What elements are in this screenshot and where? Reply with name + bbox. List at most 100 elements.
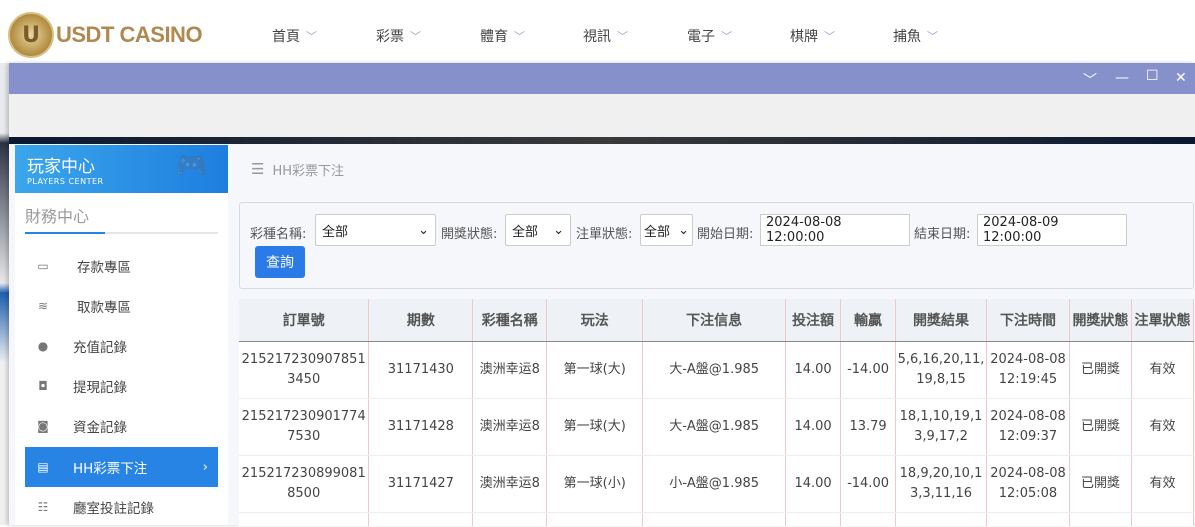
- nav-fishing[interactable]: 捕魚 ﹀: [893, 26, 938, 46]
- hand-money-icon: ≋: [37, 299, 49, 313]
- sidebar-item-fund-records[interactable]: ◙ 資金記錄: [25, 406, 218, 446]
- cell-play: 第一球(小): [546, 455, 644, 513]
- cell-amount: 14.00: [785, 341, 842, 399]
- sidebar-item-withdraw[interactable]: ≋ 取款專區: [25, 286, 218, 326]
- chevron-right-icon: ›: [202, 459, 208, 475]
- cell-bet-status: 有效: [1131, 398, 1195, 456]
- col-result: 開獎結果: [895, 299, 987, 342]
- col-bet-info: 下注信息: [642, 299, 787, 342]
- draw-status-select[interactable]: 全部 ⌄: [505, 214, 571, 246]
- section-title[interactable]: 財務中心: [25, 203, 89, 227]
- sidebar-item-hh-lottery-bets[interactable]: ▤ HH彩票下注 ›: [25, 447, 218, 487]
- sidebar-item-label: 存款專區: [77, 260, 131, 276]
- cell-result: 18,9,20,10,13,3,11,16: [895, 455, 987, 513]
- cell-bet-time: 2024-08-08 12:09:37: [986, 398, 1070, 456]
- bet-status-select[interactable]: 全部 ⌄: [640, 214, 693, 246]
- cell-order-no: 2152172308990818500: [239, 455, 370, 513]
- cell-empty: [368, 512, 474, 526]
- col-play: 玩法: [546, 299, 644, 342]
- nav-live[interactable]: 視訊 ﹀: [583, 26, 628, 46]
- col-bet-time: 下注時間: [986, 299, 1070, 342]
- cell-empty: [895, 512, 987, 526]
- draw-status-value: 全部: [512, 224, 539, 240]
- cell-bet-info: 大-A盤@1.985: [642, 341, 787, 399]
- wallet-icon: ◘: [38, 379, 48, 393]
- cell-amount: 14.00: [785, 455, 842, 513]
- cell-win-loss: -14.00: [840, 455, 897, 513]
- chevron-down-icon[interactable]: ﹀: [1083, 70, 1097, 90]
- minimize-icon[interactable]: —: [1115, 70, 1129, 86]
- cell-bet-status: 有效: [1131, 455, 1195, 513]
- bet-status-label: 注單狀態:: [576, 227, 633, 242]
- nav-lottery[interactable]: 彩票 ﹀: [376, 26, 421, 46]
- end-date-label: 結束日期:: [914, 227, 971, 242]
- list-icon: ▤: [37, 460, 49, 474]
- cell-empty: [986, 512, 1070, 526]
- sidebar-header: 玩家中心 PLAYERS CENTER 🎮: [15, 145, 228, 193]
- filter-panel: 彩種名稱: 全部 ⌄ 開獎狀態: 全部 ⌄ 注單狀態: 全部 ⌄ 開始日期: 2024…: [239, 202, 1194, 289]
- cell-bet-info: 小-A盤@1.985: [642, 455, 787, 513]
- cell-period: 31171428: [368, 398, 474, 456]
- col-lottery: 彩種名稱: [472, 299, 548, 342]
- breadcrumb: ☰ HH彩票下注: [239, 145, 1195, 193]
- close-icon[interactable]: ✕: [1175, 70, 1187, 86]
- chevron-down-icon: ﹀: [514, 30, 525, 43]
- start-date-input[interactable]: 2024-08-08 12:00:00: [760, 214, 910, 246]
- nav-slots[interactable]: 電子 ﹀: [687, 26, 732, 46]
- chevron-down-icon: ﹀: [824, 30, 835, 43]
- sidebar-item-label: 資金記錄: [73, 420, 127, 436]
- cell-draw-status: 已開獎: [1069, 341, 1132, 399]
- col-win-loss: 輸贏: [840, 299, 897, 342]
- sidebar-item-label: HH彩票下注: [73, 461, 148, 477]
- coins-icon: ◙: [37, 419, 49, 433]
- nav-home[interactable]: 首頁 ﹀: [272, 26, 317, 46]
- cell-period: 31171430: [368, 341, 474, 399]
- nav-sports[interactable]: 體育 ﹀: [480, 26, 525, 46]
- lottery-select[interactable]: 全部 ⌄: [315, 214, 436, 246]
- top-navbar: U USDT CASINO 首頁 ﹀ 彩票 ﹀ 體育 ﹀ 視訊 ﹀ 電子 ﹀ 棋牌 ﹀ 捕魚…: [0, 0, 1195, 63]
- cell-bet-time: 2024-08-08 12:19:45: [986, 341, 1070, 399]
- col-order-no: 訂單號: [239, 299, 370, 342]
- table-row-empty: [239, 512, 1195, 526]
- draw-status-label: 開獎狀態:: [441, 227, 498, 242]
- cell-amount: 14.00: [785, 398, 842, 456]
- sidebar-item-withdraw-records[interactable]: ◘ 提現記錄: [25, 366, 218, 406]
- cell-lottery: 澳洲幸运8: [472, 398, 548, 456]
- logo[interactable]: U USDT CASINO: [8, 12, 203, 58]
- nav-label: 彩票: [376, 29, 404, 45]
- sidebar-item-deposit[interactable]: ▭ 存款專區: [25, 246, 218, 286]
- chevron-down-icon: ﹀: [617, 30, 628, 43]
- lottery-label: 彩種名稱:: [250, 227, 307, 242]
- table-row: 2152172309078513450 31171430 澳洲幸运8 第一球(大) 大-…: [239, 341, 1195, 399]
- cell-empty: [546, 512, 644, 526]
- logo-text: USDT CASINO: [56, 22, 203, 47]
- card-icon: ▭: [37, 259, 49, 273]
- banner-strip: [9, 137, 1195, 144]
- cell-lottery: 澳洲幸运8: [472, 455, 548, 513]
- col-bet-status: 注單狀態: [1131, 299, 1195, 342]
- menu-icon[interactable]: ☰: [251, 160, 264, 178]
- cell-bet-info: 大-A盤@1.985: [642, 398, 787, 456]
- nav-cards[interactable]: 棋牌 ﹀: [790, 26, 835, 46]
- cell-play: 第一球(大): [546, 398, 644, 456]
- sidebar-item-label: 廳室投註記錄: [73, 501, 154, 517]
- cell-empty: [785, 512, 842, 526]
- cell-lottery: 澳洲幸运8: [472, 341, 548, 399]
- sidebar-item-label: 充值記錄: [73, 340, 127, 356]
- lottery-value: 全部: [322, 224, 349, 240]
- table-row: 2152172309017747530 31171428 澳洲幸运8 第一球(大) 大-…: [239, 398, 1195, 456]
- query-button[interactable]: 查詢: [255, 246, 305, 278]
- col-amount: 投注額: [785, 299, 842, 342]
- end-date-input[interactable]: 2024-08-09 12:00:00: [977, 214, 1127, 246]
- nav-label: 棋牌: [790, 29, 818, 45]
- sidebar-item-recharge-records[interactable]: ● 充值記錄: [25, 326, 218, 366]
- sidebar-item-hall-bet-records[interactable]: ☷ 廳室投註記錄: [25, 487, 218, 527]
- section-underline: [25, 232, 218, 234]
- nav-label: 首頁: [272, 29, 300, 45]
- window-titlebar[interactable]: ﹀ — ☐ ✕: [9, 63, 1195, 94]
- cell-order-no: 2152172309078513450: [239, 341, 370, 399]
- cell-draw-status: 已開獎: [1069, 398, 1132, 456]
- cell-empty: [1069, 512, 1132, 526]
- maximize-icon[interactable]: ☐: [1146, 68, 1159, 84]
- chevron-down-icon: ⌄: [678, 222, 689, 238]
